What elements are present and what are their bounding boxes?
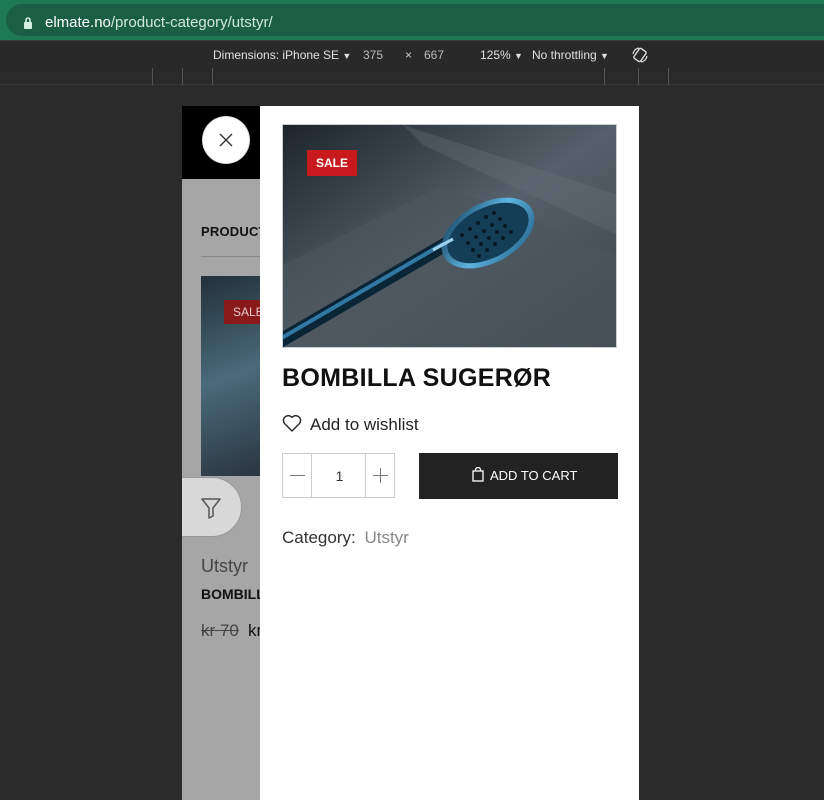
category-label: Category: [282,528,356,547]
chevron-down-icon: ▼ [342,51,352,61]
decrease-quantity-button[interactable] [283,454,312,497]
chevron-down-icon: ▼ [600,51,609,61]
dimensions-select[interactable]: Dimensions: iPhone SE ▼ [213,48,351,62]
add-to-cart-label: ADD TO CART [490,468,578,483]
heart-icon [282,415,302,432]
times-separator: × [405,48,413,62]
product-title: BOMBILLA SUGERØR [282,364,552,392]
close-button[interactable] [203,117,249,163]
shopping-bag-icon [472,467,484,482]
lock-icon [24,17,32,29]
sale-badge: SALE [307,150,358,176]
height-input[interactable]: 667 [424,48,444,62]
device-toolbar: Dimensions: iPhone SE ▼ 375 × 667 125% ▼… [0,40,824,68]
add-to-cart-button[interactable]: ADD TO CART [419,453,618,499]
increase-quantity-button[interactable] [365,454,394,497]
url-field[interactable]: elmate.no/product-category/utstyr/ [6,4,824,36]
chevron-down-icon: ▼ [514,51,523,61]
product-image[interactable]: SALE [282,124,617,348]
filter-button[interactable] [182,477,242,537]
rotate-icon[interactable] [631,46,649,64]
quick-view-panel: SALE BOMBILLA SUGERØR Add to wishlist AD… [260,106,639,800]
zoom-select[interactable]: 125% ▼ [480,48,523,62]
category-link[interactable]: Utstyr [364,528,408,547]
wishlist-label: Add to wishlist [310,415,419,434]
quantity-stepper [282,453,395,498]
media-query-ruler[interactable] [0,68,824,85]
throttling-select[interactable]: No throttling ▼ [532,48,609,62]
filter-icon [201,498,221,519]
old-price: kr 70 [201,621,239,640]
url-text: elmate.no/product-category/utstyr/ [45,14,273,31]
product-category-label: Utstyr [201,556,248,576]
minus-icon [290,475,305,476]
width-input[interactable]: 375 [363,48,383,62]
quantity-input[interactable] [312,454,367,497]
product-category: Category: Utstyr [282,528,409,548]
browser-address-bar: elmate.no/product-category/utstyr/ [0,0,824,40]
close-icon [219,133,233,147]
